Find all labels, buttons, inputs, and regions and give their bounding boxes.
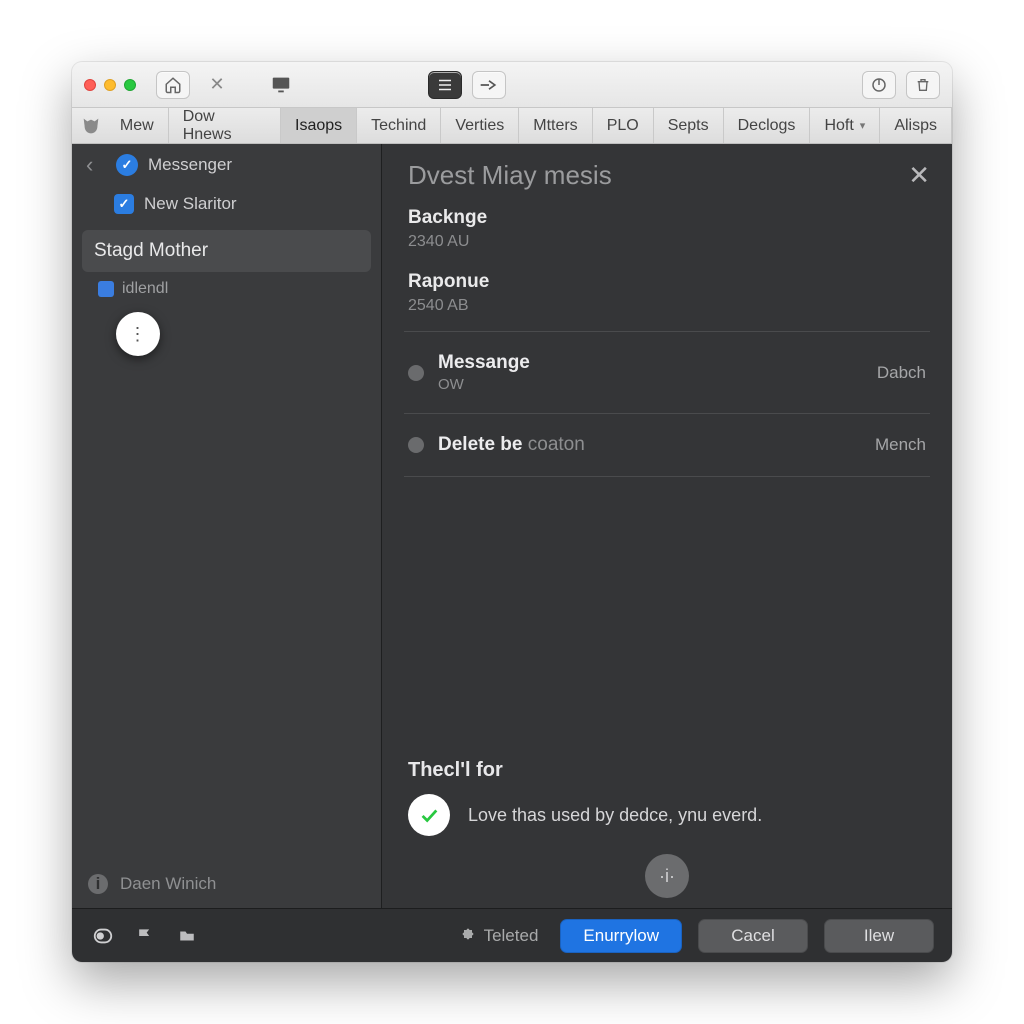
tab-declogs[interactable]: Declogs: [724, 108, 811, 143]
list-item[interactable]: Delete be coaton Mench: [382, 424, 952, 466]
main-body: ‹ ✓ Messenger ✓ New Slaritor Stagd Mothe…: [72, 144, 952, 908]
home-icon[interactable]: [156, 71, 190, 99]
app-icon: [76, 108, 106, 143]
power-icon[interactable]: [862, 71, 896, 99]
section-1: Raponue 2540 AB: [382, 257, 952, 321]
bullet-icon: [408, 365, 424, 381]
confirm-row: Love thas used by dedce, ynu everd.: [382, 788, 952, 850]
divider: [404, 413, 930, 414]
detail-header: Dvest Miay mesis ✕: [382, 144, 952, 199]
app-window: ✕ MewDow HnewsIsaopsTechindVertiesMtters…: [72, 62, 952, 962]
page-title: Dvest Miay mesis: [408, 160, 612, 191]
sidebar-header[interactable]: ‹ ✓ Messenger: [72, 144, 381, 186]
display-icon[interactable]: [264, 71, 298, 99]
checkbox-icon[interactable]: ✓: [114, 194, 134, 214]
section-sub: 2340 AU: [408, 233, 926, 251]
center-action-icon[interactable]: ·i·: [645, 854, 689, 898]
section-0: Backnge 2340 AU: [382, 199, 952, 257]
verified-icon: ✓: [116, 154, 138, 176]
chevron-down-icon: ▾: [860, 119, 866, 132]
divider: [404, 476, 930, 477]
trash-icon[interactable]: [906, 71, 940, 99]
zoom-window-button[interactable]: [124, 79, 136, 91]
sidebar-subitem[interactable]: idlendl: [72, 276, 381, 298]
new-button[interactable]: Ilew: [824, 919, 934, 953]
list-icon[interactable]: [428, 71, 462, 99]
close-tab-icon[interactable]: ✕: [200, 71, 234, 99]
minimize-window-button[interactable]: [104, 79, 116, 91]
bottom-bar: Teleted Enurrylow Cacel Ilew: [72, 908, 952, 962]
folder-icon[interactable]: [174, 923, 200, 949]
tab-mtters[interactable]: Mtters: [519, 108, 592, 143]
sidebar-item-label: New Slaritor: [144, 194, 237, 214]
section-title: Backnge: [408, 207, 926, 229]
tab-mew[interactable]: Mew: [106, 108, 169, 143]
row-title: Messange: [438, 352, 863, 374]
row-meta: Dabch: [877, 363, 926, 383]
sidebar-item-selected[interactable]: Stagd Mother: [82, 230, 371, 272]
row-meta: Mench: [875, 435, 926, 455]
more-icon[interactable]: ⋮: [116, 312, 160, 356]
tab-isaops[interactable]: Isaops: [281, 108, 357, 143]
tab-septs[interactable]: Septs: [654, 108, 724, 143]
status-label: Teleted: [460, 926, 539, 946]
divider: [404, 331, 930, 332]
cancel-button[interactable]: Cacel: [698, 919, 808, 953]
row-sub: OW: [438, 376, 863, 393]
confirm-heading: Thecl'l for: [382, 759, 952, 788]
sidebar-item-label: Stagd Mother: [94, 240, 208, 261]
flag-icon[interactable]: [132, 923, 158, 949]
check-icon: [408, 794, 450, 836]
sidebar-item-label: idlendl: [122, 280, 168, 298]
close-window-button[interactable]: [84, 79, 96, 91]
record-icon[interactable]: [90, 923, 116, 949]
puzzle-icon: [460, 928, 476, 944]
tab-plo[interactable]: PLO: [593, 108, 654, 143]
sidebar-title: Messenger: [148, 155, 232, 175]
tab-dow hnews[interactable]: Dow Hnews: [169, 108, 281, 143]
tab-techind[interactable]: Techind: [357, 108, 441, 143]
back-icon[interactable]: ‹: [86, 152, 106, 178]
confirm-text: Love thas used by dedce, ynu everd.: [468, 805, 762, 826]
sidebar-footer-label: Daen Winich: [120, 874, 216, 894]
square-icon: [98, 281, 114, 297]
primary-button[interactable]: Enurrylow: [560, 919, 682, 953]
connector-icon[interactable]: [472, 71, 506, 99]
section-title: Raponue: [408, 271, 926, 293]
titlebar: ✕: [72, 62, 952, 108]
close-icon[interactable]: ✕: [908, 160, 930, 191]
window-controls: [84, 79, 136, 91]
sidebar: ‹ ✓ Messenger ✓ New Slaritor Stagd Mothe…: [72, 144, 382, 908]
tab-hoft[interactable]: Hoft▾: [810, 108, 880, 143]
info-icon[interactable]: i: [88, 874, 108, 894]
detail-pane: Dvest Miay mesis ✕ Backnge 2340 AU Rapon…: [382, 144, 952, 908]
list-item[interactable]: Messange OW Dabch: [382, 342, 952, 403]
section-sub: 2540 AB: [408, 297, 926, 315]
row-title: Delete be coaton: [438, 434, 861, 456]
bullet-icon: [408, 437, 424, 453]
tabs-bar: MewDow HnewsIsaopsTechindVertiesMttersPL…: [72, 108, 952, 144]
tab-alisps[interactable]: Alisps: [880, 108, 952, 143]
sidebar-footer: i Daen Winich: [72, 860, 381, 908]
sidebar-item-new[interactable]: ✓ New Slaritor: [72, 186, 381, 222]
tab-verties[interactable]: Verties: [441, 108, 519, 143]
